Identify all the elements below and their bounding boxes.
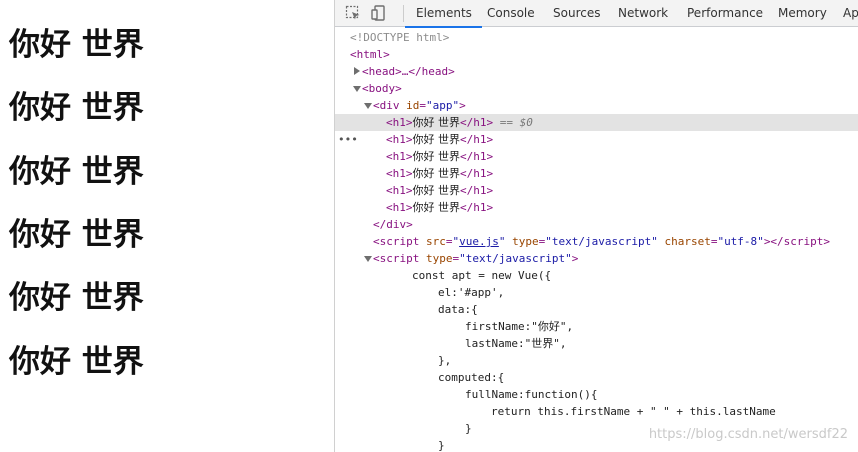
js-line: lastName:"世界", bbox=[335, 335, 858, 352]
doctype-text: <!DOCTYPE html> bbox=[350, 31, 450, 44]
js-text: firstName:"你好", bbox=[465, 320, 574, 333]
head-tag: <head>…</head> bbox=[362, 65, 455, 78]
inspect-icon[interactable] bbox=[345, 5, 361, 21]
js-text: }, bbox=[438, 354, 452, 367]
device-toggle-icon[interactable] bbox=[371, 5, 387, 21]
selected-marker: == $0 bbox=[499, 116, 533, 129]
tab-console[interactable]: Console bbox=[487, 0, 535, 27]
dom-line-h1[interactable]: <h1>你好 世界</h1> bbox=[335, 148, 858, 165]
heading-5: 你好 世界 bbox=[9, 280, 144, 316]
tab-elements[interactable]: Elements bbox=[405, 0, 482, 28]
js-text: el:'#app', bbox=[438, 286, 505, 299]
js-line: }, bbox=[335, 352, 858, 369]
js-line: return this.firstName + " " + this.lastN… bbox=[335, 403, 858, 420]
dom-line-h1[interactable]: <h1>你好 世界</h1> bbox=[335, 199, 858, 216]
tab-performance[interactable]: Performance bbox=[687, 0, 763, 27]
h1-text: 你好 世界 bbox=[412, 167, 461, 180]
js-text: const apt = new Vue({ bbox=[412, 269, 552, 282]
tab-network[interactable]: Network bbox=[618, 0, 668, 27]
dom-line-h1[interactable]: <h1>你好 世界</h1> bbox=[335, 131, 858, 148]
tab-application[interactable]: Ap bbox=[843, 0, 858, 27]
js-line: const apt = new Vue({ bbox=[335, 267, 858, 284]
js-text: computed:{ bbox=[438, 371, 505, 384]
dom-tree: <!DOCTYPE html> <html> <head>…</head> <b… bbox=[335, 27, 858, 452]
heading-3: 你好 世界 bbox=[9, 154, 144, 190]
dom-line-head[interactable]: <head>…</head> bbox=[335, 63, 858, 80]
js-text: data:{ bbox=[438, 303, 478, 316]
rendered-page: 你好 世界 你好 世界 你好 世界 你好 世界 你好 世界 你好 世界 bbox=[0, 0, 334, 452]
h1-text: 你好 世界 bbox=[412, 150, 461, 163]
div-close-tag: </div> bbox=[373, 218, 413, 231]
html-tag: <html> bbox=[350, 48, 390, 61]
js-line: firstName:"你好", bbox=[335, 318, 858, 335]
heading-2: 你好 世界 bbox=[9, 90, 144, 126]
tab-sources[interactable]: Sources bbox=[553, 0, 600, 27]
heading-6: 你好 世界 bbox=[9, 344, 144, 380]
watermark: https://blog.csdn.net/wersdf22 bbox=[648, 427, 848, 442]
tab-memory[interactable]: Memory bbox=[778, 0, 827, 27]
dom-line-doctype[interactable]: <!DOCTYPE html> bbox=[335, 29, 858, 46]
dom-line-script-inline[interactable]: <script type="text/javascript"> bbox=[335, 250, 858, 267]
body-tag: <body> bbox=[362, 82, 402, 95]
collapse-arrow-icon[interactable] bbox=[364, 256, 372, 262]
script-src-link[interactable]: vue.js bbox=[459, 235, 499, 248]
js-text: } bbox=[438, 439, 445, 452]
h1-text: 你好 世界 bbox=[412, 201, 461, 214]
collapse-arrow-icon[interactable] bbox=[364, 103, 372, 109]
toolbar-separator bbox=[403, 5, 404, 22]
heading-1: 你好 世界 bbox=[9, 27, 144, 63]
js-line: el:'#app', bbox=[335, 284, 858, 301]
heading-4: 你好 世界 bbox=[9, 217, 144, 253]
devtools-panel: Elements Console Sources Network Perform… bbox=[334, 0, 858, 452]
dom-line-h1[interactable]: <h1>你好 世界</h1> bbox=[335, 165, 858, 182]
dom-line-div-app[interactable]: <div id="app"> bbox=[335, 97, 858, 114]
dom-line-html[interactable]: <html> bbox=[335, 46, 858, 63]
h1-text: 你好 世界 bbox=[412, 133, 461, 146]
script-charset-value: utf-8 bbox=[724, 235, 758, 248]
js-line: computed:{ bbox=[335, 369, 858, 386]
script-type2-value: text/javascript bbox=[465, 252, 566, 265]
js-text: fullName:function(){ bbox=[465, 388, 598, 401]
dom-line-script-src[interactable]: <script src="vue.js" type="text/javascri… bbox=[335, 233, 858, 250]
dom-line-h1[interactable]: <h1>你好 世界</h1> bbox=[335, 182, 858, 199]
js-text: } bbox=[465, 422, 472, 435]
dom-line-body[interactable]: <body> bbox=[335, 80, 858, 97]
dom-line-div-close[interactable]: </div> bbox=[335, 216, 858, 233]
h1-text: 你好 世界 bbox=[412, 184, 461, 197]
h1-text: 你好 世界 bbox=[412, 116, 461, 129]
expand-arrow-icon[interactable] bbox=[354, 67, 360, 75]
js-line: data:{ bbox=[335, 301, 858, 318]
js-line: fullName:function(){ bbox=[335, 386, 858, 403]
js-text: return this.firstName + " " + this.lastN… bbox=[491, 405, 776, 418]
dom-line-h1-selected[interactable]: ••• <h1>你好 世界</h1> == $0 bbox=[335, 114, 858, 146]
js-text: lastName:"世界", bbox=[465, 337, 567, 350]
collapse-arrow-icon[interactable] bbox=[353, 86, 361, 92]
script-type-value: text/javascript bbox=[551, 235, 652, 248]
devtools-toolbar: Elements Console Sources Network Perform… bbox=[335, 0, 858, 28]
